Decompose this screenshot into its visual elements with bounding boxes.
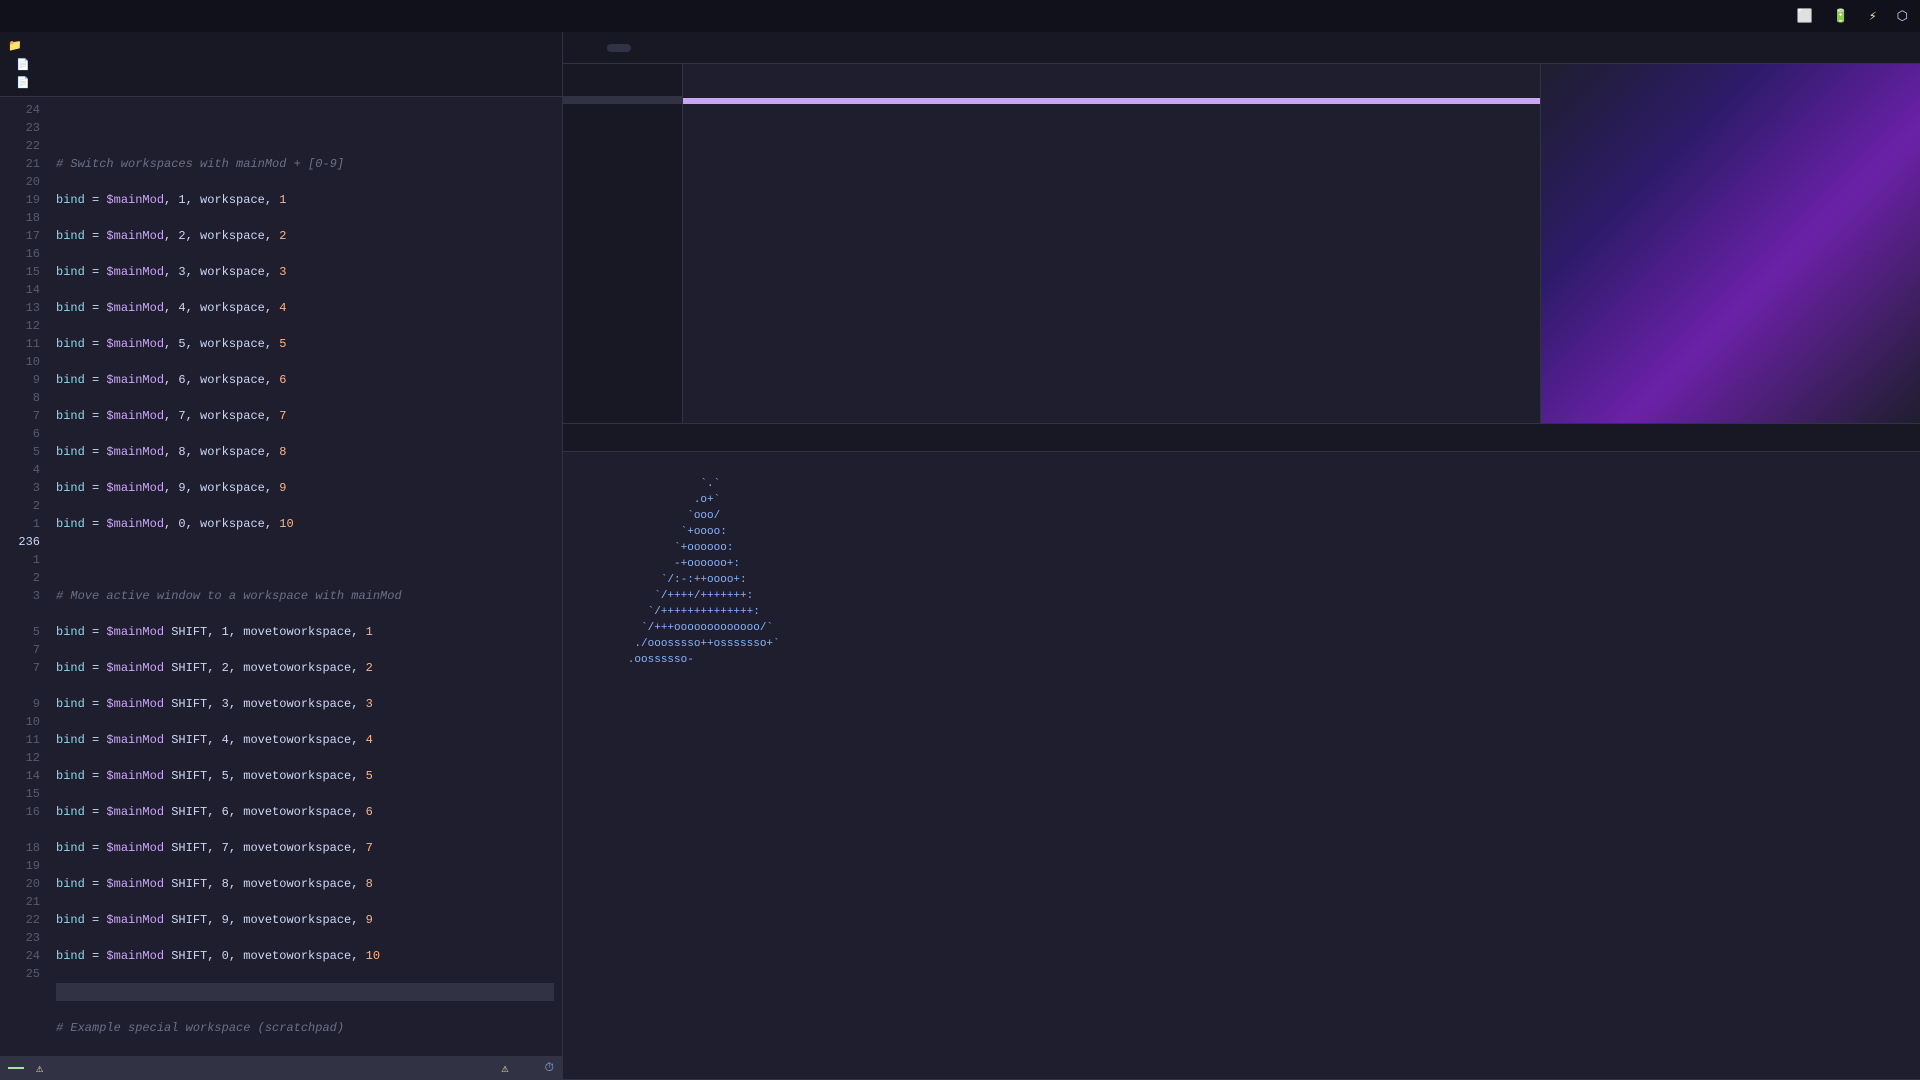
file-icon: 📄	[16, 58, 30, 72]
file-tree-item-hyprland[interactable]: 📄	[0, 56, 562, 74]
disk-icon: ⬜	[1796, 9, 1812, 24]
fm-filelist	[683, 64, 1540, 423]
battery-icon: 🔋	[1833, 9, 1849, 24]
fm-sidebar-public[interactable]	[563, 120, 682, 128]
file-tree-item-hyprpaper[interactable]: 📄	[0, 74, 562, 92]
editor-statusbar: ⚠ ⚠ ⏱	[0, 1056, 562, 1080]
topbar-right: ⬜ 🔋 ⚡ ⬡	[1756, 9, 1908, 24]
fm-sidebar-app[interactable]	[563, 72, 682, 80]
fm-body	[563, 64, 1920, 423]
fm-sidebar	[563, 64, 683, 423]
fm-titlebar	[563, 32, 1920, 64]
fm-sidebar-project[interactable]	[563, 112, 682, 120]
fm-sidebar-videos[interactable]	[563, 144, 682, 152]
fm-sidebar-documents[interactable]	[563, 88, 682, 96]
editor-content: 2423222120 1918171615 1413121110 98765 4…	[0, 97, 562, 1056]
disk-status: ⬜	[1796, 9, 1816, 24]
file-manager	[563, 32, 1920, 452]
bluetooth-icon: ⬡	[1897, 9, 1908, 24]
editor-panel: 📁 📄 📄 2423222120 1918171615 1413121110 9…	[0, 32, 563, 1080]
editor-errors: ⚠	[501, 1061, 508, 1076]
power-icon: ⚡	[1869, 9, 1877, 24]
terminal-panels: `.` .o+` `ooo/ `+oooo: `+oooooo: -+ooooo…	[563, 452, 1920, 1080]
fm-sidebar-downloads[interactable]	[563, 96, 682, 104]
code-area[interactable]: # Switch workspaces with mainMod + [0-9]…	[48, 97, 562, 1056]
battery-status: 🔋	[1833, 9, 1853, 24]
fm-file-row[interactable]	[683, 110, 1540, 116]
editor-file: ⚠	[36, 1061, 47, 1076]
fm-sidebar-desktop[interactable]	[563, 80, 682, 88]
right-panels: `.` .o+` `ooo/ `+oooo: `+oooooo: -+ooooo…	[563, 32, 1920, 1080]
line-numbers: 2423222120 1918171615 1413121110 98765 4…	[0, 97, 48, 1056]
topbar: ⬜ 🔋 ⚡ ⬡	[0, 0, 1920, 32]
fm-preview	[1540, 64, 1920, 423]
file-tree-root: 📁	[0, 36, 562, 56]
warning-icon: ⚠	[36, 1061, 43, 1076]
terminal-neofetch[interactable]: `.` .o+` `ooo/ `+oooo: `+oooooo: -+ooooo…	[563, 452, 1920, 1080]
preview-gradient	[1541, 64, 1920, 423]
fm-sidebar-type[interactable]	[563, 136, 682, 144]
editor-mode	[8, 1067, 24, 1069]
fm-sidebar-templates[interactable]	[563, 128, 682, 136]
power-status: ⚡	[1869, 9, 1881, 24]
fm-sidebar-pictures[interactable]	[563, 104, 682, 112]
fm-infobar	[563, 423, 1920, 451]
fm-tab-shell[interactable]	[575, 44, 599, 52]
file-icon-2: 📄	[16, 76, 30, 90]
editor-clock: ⏱	[545, 1061, 554, 1076]
folder-icon: 📁	[8, 39, 22, 53]
main-area: 📁 📄 📄 2423222120 1918171615 1413121110 9…	[0, 32, 1920, 1080]
fm-sidebar-smb[interactable]	[563, 152, 682, 160]
fm-tab-downloads[interactable]	[607, 44, 631, 52]
neofetch-art: `.` .o+` `ooo/ `+oooo: `+oooooo: -+ooooo…	[575, 460, 835, 1071]
editor-status-right: ⚠ ⏱	[501, 1061, 554, 1076]
neofetch-container: `.` .o+` `ooo/ `+oooo: `+oooooo: -+ooooo…	[575, 460, 1908, 1071]
file-tree: 📁 📄 📄	[0, 32, 562, 97]
